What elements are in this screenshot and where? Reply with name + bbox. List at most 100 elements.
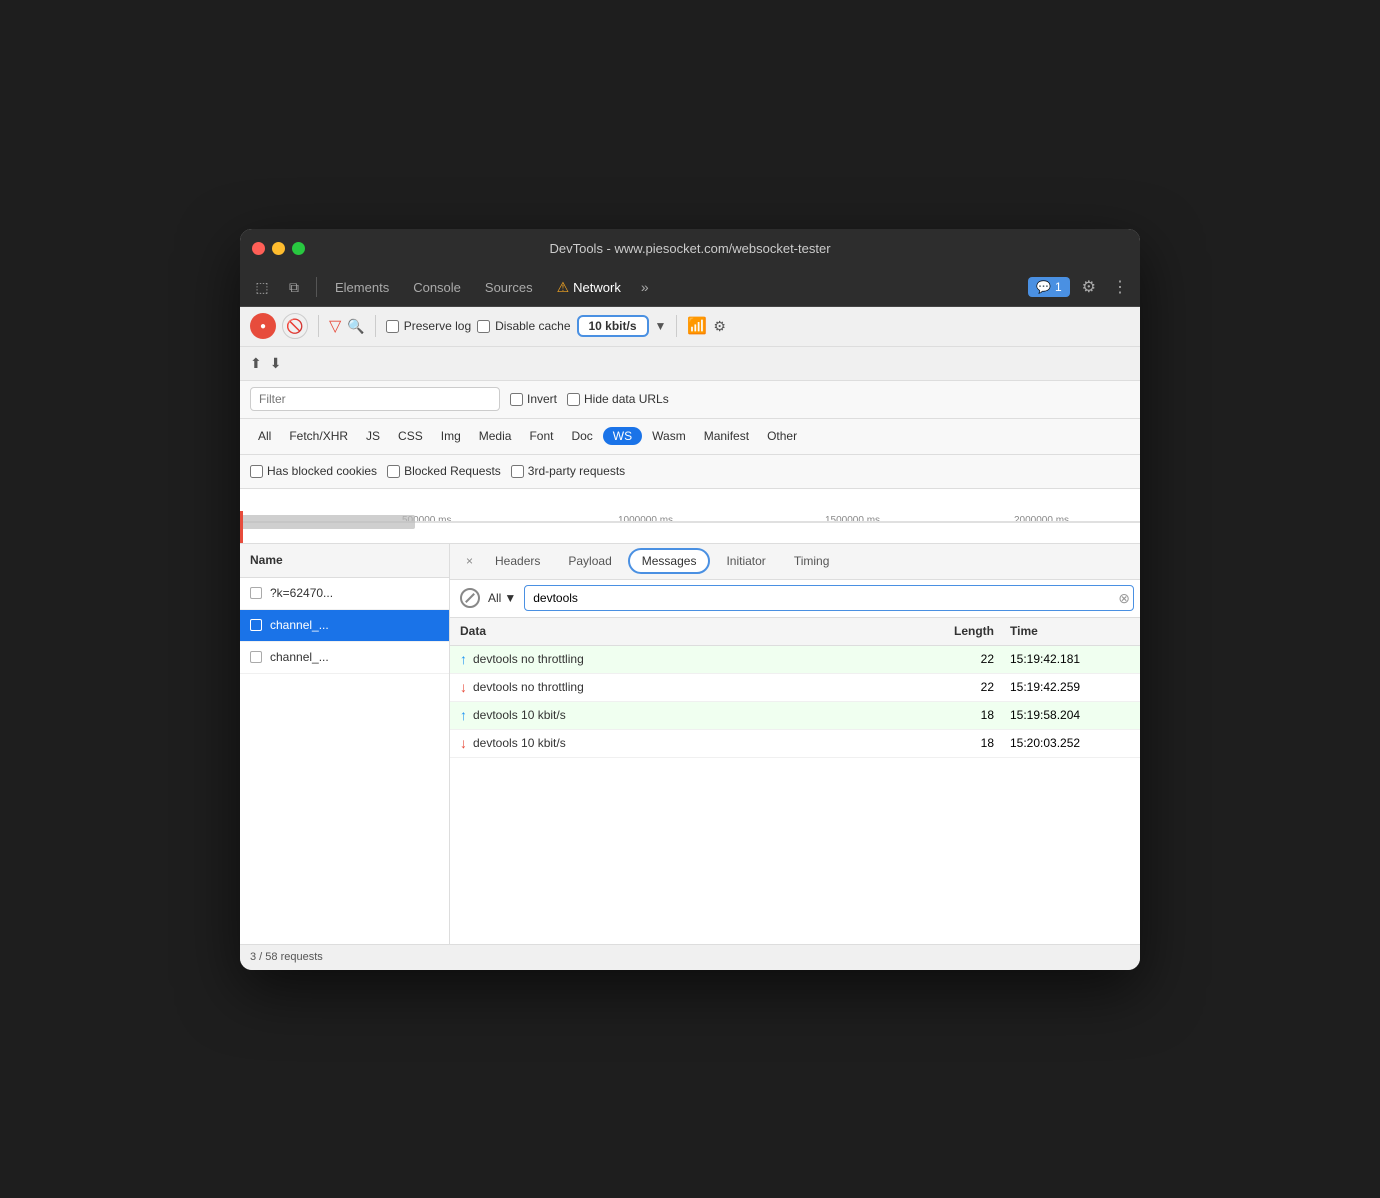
more-options-icon[interactable]: ⋮ <box>1108 273 1132 301</box>
preserve-log-checkbox[interactable]: Preserve log <box>386 319 471 333</box>
tab-payload[interactable]: Payload <box>556 550 623 572</box>
all-label: All <box>488 591 501 605</box>
tab-right-icons: 💬 1 ⚙ ⋮ <box>1028 273 1132 301</box>
blocked-cookies-label: Has blocked cookies <box>267 464 377 478</box>
filter-icon[interactable]: ▽ <box>329 316 341 336</box>
request-item-1[interactable]: ?k=62470... <box>240 578 449 610</box>
message-row-2[interactable]: ↓ devtools no throttling 22 15:19:42.259 <box>450 674 1140 702</box>
filter-input[interactable] <box>250 387 500 411</box>
disable-cache-label: Disable cache <box>495 319 570 333</box>
cursor-icon[interactable]: ⬚ <box>248 273 276 301</box>
disable-cache-input[interactable] <box>477 320 490 333</box>
close-detail-button[interactable]: × <box>460 550 479 572</box>
messages-search-input[interactable] <box>524 585 1134 611</box>
layers-icon[interactable]: ⧉ <box>280 273 308 301</box>
arrow-down-icon-2: ↓ <box>460 679 467 695</box>
request-list-header: Name <box>240 544 449 578</box>
timeline-handle[interactable] <box>240 515 415 529</box>
message-time-3: 15:19:58.204 <box>1010 708 1130 722</box>
feedback-badge[interactable]: 💬 1 <box>1028 277 1070 297</box>
message-time-2: 15:19:42.259 <box>1010 680 1130 694</box>
cookie-filter-bar: Has blocked cookies Blocked Requests 3rd… <box>240 455 1140 489</box>
throttle-button[interactable]: 10 kbit/s <box>577 315 649 337</box>
request-list: Name ?k=62470... channel_... channel_... <box>240 544 450 944</box>
type-js[interactable]: JS <box>358 426 388 446</box>
message-length-1: 22 <box>940 652 1010 666</box>
clear-button[interactable]: 🚫 <box>282 313 308 339</box>
preserve-log-label: Preserve log <box>404 319 471 333</box>
request-item-2[interactable]: channel_... <box>240 610 449 642</box>
settings-icon[interactable]: ⚙ <box>1078 273 1100 301</box>
hide-data-urls-checkbox[interactable]: Hide data URLs <box>567 392 669 406</box>
close-button[interactable] <box>252 242 265 255</box>
message-row-4[interactable]: ↓ devtools 10 kbit/s 18 15:20:03.252 <box>450 730 1140 758</box>
messages-table: Data Length Time ↑ devtools no throttlin… <box>450 618 1140 944</box>
toolbar-separator-1 <box>318 315 319 337</box>
blocked-cookies-checkbox[interactable]: Has blocked cookies <box>250 464 377 478</box>
upload-icon[interactable]: ⬆ <box>250 355 262 372</box>
arrow-up-icon-3: ↑ <box>460 707 467 723</box>
type-media[interactable]: Media <box>471 426 520 446</box>
type-other[interactable]: Other <box>759 426 805 446</box>
type-doc[interactable]: Doc <box>563 426 600 446</box>
request-item-3[interactable]: channel_... <box>240 642 449 674</box>
blocked-requests-label: Blocked Requests <box>404 464 501 478</box>
type-img[interactable]: Img <box>433 426 469 446</box>
type-css[interactable]: CSS <box>390 426 431 446</box>
type-manifest[interactable]: Manifest <box>696 426 757 446</box>
main-content: Name ?k=62470... channel_... channel_...… <box>240 544 1140 944</box>
feedback-icon: 💬 <box>1036 280 1051 294</box>
message-data-3: devtools 10 kbit/s <box>473 708 940 722</box>
invert-checkbox[interactable]: Invert <box>510 392 557 406</box>
tab-messages[interactable]: Messages <box>628 548 711 574</box>
window-title: DevTools - www.piesocket.com/websocket-t… <box>549 241 830 256</box>
tab-timing[interactable]: Timing <box>782 550 842 572</box>
preserve-log-input[interactable] <box>386 320 399 333</box>
status-bar: 3 / 58 requests <box>240 944 1140 970</box>
tab-headers[interactable]: Headers <box>483 550 552 572</box>
timeline-red-marker <box>240 511 243 543</box>
third-party-checkbox[interactable]: 3rd-party requests <box>511 464 625 478</box>
tab-console[interactable]: Console <box>403 276 471 299</box>
search-clear-button[interactable]: ⊗ <box>1118 590 1130 607</box>
request-name-2: channel_... <box>270 618 329 632</box>
type-all[interactable]: All <box>250 426 279 446</box>
minimize-button[interactable] <box>272 242 285 255</box>
message-time-1: 15:19:42.181 <box>1010 652 1130 666</box>
network-gear-icon[interactable]: ⚙ <box>713 318 726 335</box>
request-checkbox-2[interactable] <box>250 619 262 631</box>
type-ws[interactable]: WS <box>603 427 642 445</box>
tab-network-label: Network <box>573 280 621 295</box>
download-icon[interactable]: ⬇ <box>270 355 282 372</box>
upload-download-toolbar: ⬆ ⬇ <box>240 347 1140 381</box>
type-wasm[interactable]: Wasm <box>644 426 694 446</box>
throttle-dropdown-arrow[interactable]: ▼ <box>655 319 667 333</box>
message-row-3[interactable]: ↑ devtools 10 kbit/s 18 15:19:58.204 <box>450 702 1140 730</box>
detail-panel: × Headers Payload Messages Initiator Tim… <box>450 544 1140 944</box>
messages-filter-bar: All ▼ ⊗ <box>450 580 1140 618</box>
tab-network[interactable]: ⚠ Network <box>547 275 631 300</box>
maximize-button[interactable] <box>292 242 305 255</box>
tab-sources[interactable]: Sources <box>475 276 543 299</box>
col-header-length: Length <box>940 624 1010 638</box>
tab-more-button[interactable]: » <box>635 275 655 299</box>
messages-all-dropdown[interactable]: All ▼ <box>488 591 516 605</box>
search-icon[interactable]: 🔍 <box>347 318 364 335</box>
tab-elements[interactable]: Elements <box>325 276 399 299</box>
blocked-requests-checkbox[interactable]: Blocked Requests <box>387 464 501 478</box>
message-row-1[interactable]: ↑ devtools no throttling 22 15:19:42.181 <box>450 646 1140 674</box>
request-name-3: channel_... <box>270 650 329 664</box>
disable-cache-checkbox[interactable]: Disable cache <box>477 319 570 333</box>
record-button[interactable]: ● <box>250 313 276 339</box>
tab-initiator[interactable]: Initiator <box>714 550 777 572</box>
request-checkbox-1[interactable] <box>250 587 262 599</box>
arrow-up-icon-1: ↑ <box>460 651 467 667</box>
message-data-4: devtools 10 kbit/s <box>473 736 940 750</box>
no-entry-icon <box>460 588 480 608</box>
type-fetchxhr[interactable]: Fetch/XHR <box>281 426 356 446</box>
messages-table-header: Data Length Time <box>450 618 1140 646</box>
request-checkbox-3[interactable] <box>250 651 262 663</box>
col-header-time: Time <box>1010 624 1130 638</box>
arrow-down-icon-4: ↓ <box>460 735 467 751</box>
type-font[interactable]: Font <box>521 426 561 446</box>
